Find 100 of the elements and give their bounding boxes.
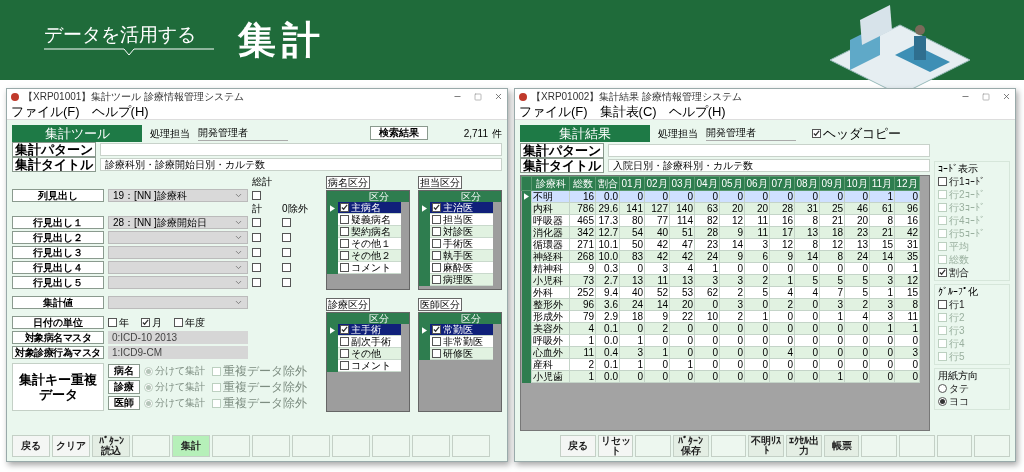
field-label-button[interactable]: 行見出し３ [12, 246, 104, 259]
grid-row[interactable]: 担当医 [430, 214, 493, 226]
grid-row[interactable]: 契約病名 [338, 226, 401, 238]
field-label-button[interactable]: 集計パターン [12, 142, 96, 157]
checkbox[interactable] [108, 318, 117, 327]
action-button[interactable]: 集計 [172, 435, 210, 457]
field-label-button[interactable]: 行見出し１ [12, 216, 104, 229]
menu-item[interactable]: ヘルプ(H) [668, 105, 726, 118]
field-label-button[interactable]: 日付の単位 [12, 316, 104, 329]
checkbox[interactable] [252, 278, 261, 287]
grid-row[interactable]: その他 [338, 348, 401, 360]
row-selector[interactable] [521, 370, 532, 383]
field-label-button[interactable]: 集計パターン [520, 143, 604, 158]
checkbox[interactable] [282, 263, 291, 272]
field-label-button[interactable]: 集計タイトル [520, 158, 604, 173]
field-label-button[interactable]: 集計値 [12, 296, 104, 309]
grid-row[interactable]: その他１ [338, 238, 401, 250]
grid-row[interactable]: 対診医 [430, 226, 493, 238]
radio-button[interactable] [938, 397, 947, 406]
dropdown[interactable]: 19：[NN ]診療科 [108, 189, 248, 202]
checkbox[interactable] [812, 128, 821, 138]
field-label-button[interactable]: 対象診療行為マスタ [12, 346, 104, 359]
grid-row[interactable]: その他２ [338, 250, 401, 262]
field-label-button[interactable]: 行見出し４ [12, 261, 104, 274]
menu-item[interactable]: ファイル(F) [519, 105, 588, 118]
grid-row[interactable]: 麻酔医 [430, 262, 493, 274]
checkbox[interactable] [141, 318, 150, 327]
text-field[interactable] [100, 143, 502, 156]
action-button[interactable]: ﾊﾟﾀｰﾝ保存 [673, 435, 709, 457]
checkbox[interactable] [432, 203, 441, 212]
checkbox[interactable] [432, 349, 441, 358]
checkbox[interactable] [174, 318, 183, 327]
checkbox[interactable] [432, 227, 441, 236]
grid-row[interactable]: コメント [338, 262, 401, 274]
readonly-field[interactable]: 1:ICD9-CM [108, 346, 248, 359]
checkbox[interactable] [432, 325, 441, 334]
checkbox[interactable] [282, 248, 291, 257]
action-button[interactable]: ｴｸｾﾙ出力 [786, 435, 822, 457]
radio-button[interactable] [938, 384, 947, 393]
checkbox[interactable] [252, 191, 261, 200]
key-button[interactable]: 医師 [108, 396, 140, 410]
field-label-button[interactable]: 列見出し [12, 189, 104, 202]
checkbox[interactable] [340, 361, 349, 370]
grid-row[interactable]: 病理医 [430, 274, 493, 286]
close-icon[interactable] [494, 92, 503, 101]
key-button[interactable]: 病名 [108, 364, 140, 378]
grid-row[interactable]: 非常勤医 [430, 336, 493, 348]
grid-row[interactable]: 手術医 [430, 238, 493, 250]
action-button[interactable]: 不明ﾘｽﾄ [748, 435, 785, 457]
checkbox[interactable] [340, 215, 349, 224]
menu-item[interactable]: 集計表(C) [599, 105, 657, 118]
field-label-button[interactable]: 集計タイトル [12, 157, 96, 172]
field-label-button[interactable]: 対象病名マスタ [12, 331, 104, 344]
checkbox[interactable] [252, 233, 261, 242]
text-field[interactable]: 入院日別・診療科別・カルテ数 [608, 159, 930, 172]
checkbox[interactable] [340, 263, 349, 272]
close-icon[interactable] [1002, 92, 1011, 101]
grid-row[interactable]: 疑義病名 [338, 214, 401, 226]
checkbox[interactable] [340, 251, 349, 260]
checkbox[interactable] [252, 248, 261, 257]
text-field[interactable] [608, 144, 930, 157]
grid-row[interactable]: 執手医 [430, 250, 493, 262]
checkbox[interactable] [340, 325, 349, 334]
action-button[interactable]: 戻る [12, 435, 50, 457]
grid-row[interactable]: 主病名 [338, 202, 401, 214]
checkbox[interactable] [282, 278, 291, 287]
checkbox[interactable] [938, 300, 947, 309]
checkbox[interactable] [432, 275, 441, 284]
checkbox[interactable] [432, 251, 441, 260]
checkbox[interactable] [432, 215, 441, 224]
grid-row[interactable]: コメント [338, 360, 401, 372]
checkbox[interactable] [252, 263, 261, 272]
dropdown[interactable]: 28：[NN ]診療開始日 [108, 216, 248, 229]
grid-row[interactable]: 主手術 [338, 324, 401, 336]
menu-item[interactable]: ヘルプ(H) [91, 105, 149, 118]
checkbox[interactable] [340, 337, 349, 346]
action-button[interactable]: リセット [597, 435, 634, 457]
action-button[interactable]: クリア [52, 435, 90, 457]
search-results-button[interactable]: 検索結果 [370, 126, 428, 140]
checkbox[interactable] [340, 349, 349, 358]
action-button[interactable]: 戻る [560, 435, 596, 457]
row-selector[interactable] [521, 190, 532, 203]
checkbox[interactable] [432, 337, 441, 346]
checkbox[interactable] [432, 263, 441, 272]
readonly-field[interactable]: 0:ICD-10 2013 [108, 331, 248, 344]
checkbox[interactable] [340, 203, 349, 212]
text-field[interactable]: 診療科別・診療開始日別・カルテ数 [100, 158, 502, 171]
checkbox[interactable] [432, 239, 441, 248]
action-button[interactable]: ﾊﾟﾀｰﾝ読込 [92, 435, 130, 457]
checkbox[interactable] [938, 177, 947, 186]
grid-row[interactable]: 研修医 [430, 348, 493, 360]
checkbox[interactable] [340, 227, 349, 236]
key-button[interactable]: 診療 [108, 380, 140, 394]
menu-item[interactable]: ファイル(F) [11, 105, 80, 118]
checkbox[interactable] [282, 233, 291, 242]
field-label-button[interactable]: 行見出し５ [12, 276, 104, 289]
grid-row[interactable]: 常勤医 [430, 324, 493, 336]
checkbox[interactable] [340, 239, 349, 248]
grid-row[interactable]: 副次手術 [338, 336, 401, 348]
checkbox[interactable] [938, 268, 947, 277]
